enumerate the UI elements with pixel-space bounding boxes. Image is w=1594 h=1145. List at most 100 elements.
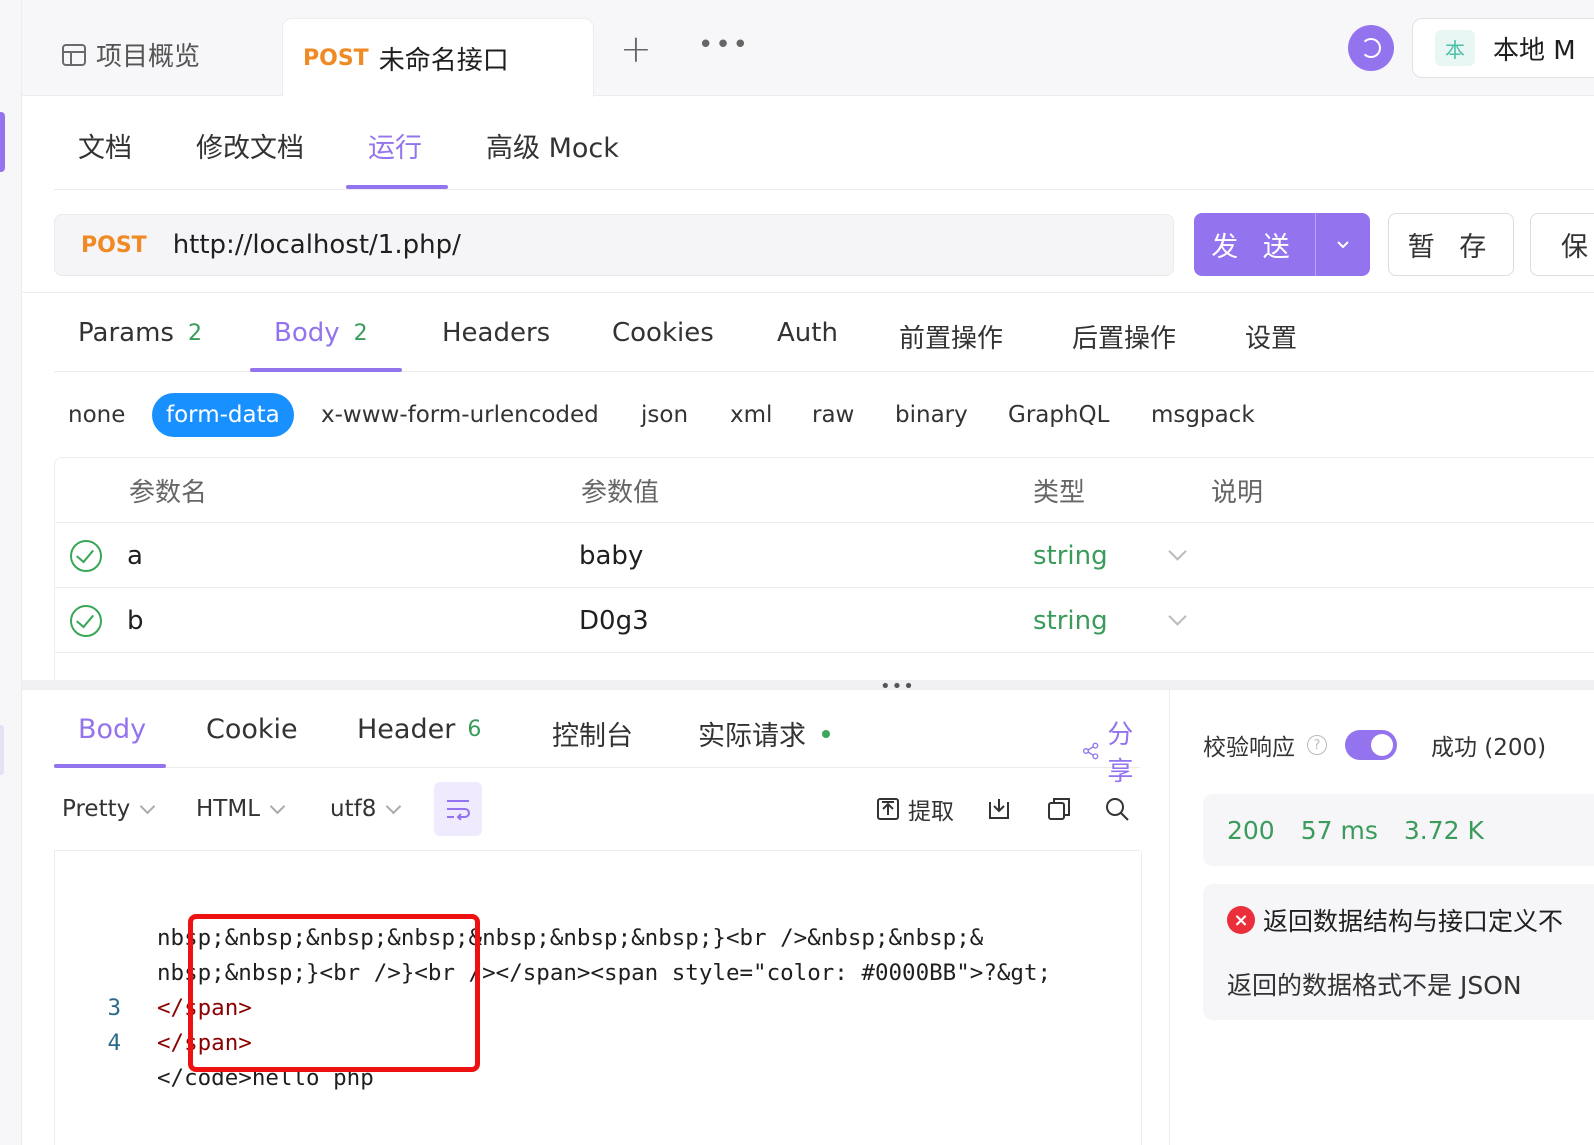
- row-enabled-checkbox[interactable]: [70, 523, 102, 588]
- resp-tab-actual-request-label: 实际请求: [698, 721, 806, 752]
- body-type-urlencoded[interactable]: x-www-form-urlencoded: [321, 393, 599, 437]
- url-bar[interactable]: POST http://localhost/1.php/: [54, 214, 1174, 276]
- body-type-raw[interactable]: raw: [812, 393, 854, 437]
- check-circle-icon: [70, 539, 102, 572]
- body-type-msgpack[interactable]: msgpack: [1151, 393, 1255, 437]
- body-type-none[interactable]: none: [68, 393, 125, 437]
- tab-method-badge: POST: [303, 45, 369, 71]
- tab-headers[interactable]: Headers: [442, 318, 550, 348]
- param-name-cell[interactable]: b: [127, 588, 144, 653]
- more-icon[interactable]: •••: [698, 30, 750, 60]
- left-active-marker: [0, 112, 5, 172]
- param-type-select[interactable]: string: [1033, 588, 1108, 653]
- code-line: </span>: [55, 921, 252, 1021]
- status-code: 200: [1227, 815, 1275, 845]
- chevron-down-icon: [139, 798, 156, 814]
- save-more-button[interactable]: 保: [1530, 213, 1594, 276]
- tab-auth[interactable]: Auth: [777, 318, 838, 348]
- sync-button[interactable]: [1348, 25, 1394, 71]
- row-enabled-checkbox[interactable]: [70, 588, 102, 653]
- chevron-down-icon: [269, 798, 286, 814]
- param-name-cell[interactable]: a: [127, 523, 143, 588]
- tab-params[interactable]: Params 2: [78, 318, 202, 348]
- col-param-value: 参数值: [581, 478, 660, 508]
- download-icon[interactable]: [986, 782, 1012, 836]
- app-root: 项目概览 POST 未命名接口 + ••• 本 本地 M 文档 修改文档 运行 …: [0, 0, 1594, 1145]
- help-icon[interactable]: ?: [1307, 735, 1327, 755]
- tab-advanced-mock[interactable]: 高级 Mock: [486, 126, 619, 165]
- chevron-down-icon: [386, 798, 402, 814]
- share-icon: [1082, 742, 1099, 760]
- tab-body[interactable]: Body 2: [274, 318, 368, 348]
- tab-untitled-api[interactable]: POST 未命名接口: [282, 18, 594, 97]
- copy-icon[interactable]: [1046, 782, 1072, 836]
- sync-icon: [1361, 38, 1381, 58]
- format-select[interactable]: Pretty: [62, 782, 156, 836]
- panel-splitter[interactable]: [22, 680, 1594, 690]
- send-dropdown-chevron-icon[interactable]: [1316, 213, 1370, 276]
- chevron-down-icon[interactable]: [1168, 588, 1187, 653]
- tab-post-request[interactable]: 后置操作: [1072, 318, 1176, 355]
- validation-label: 校验响应: [1203, 735, 1295, 761]
- validation-status-select[interactable]: 成功 (200): [1431, 728, 1546, 762]
- active-tab-indicator: [54, 764, 166, 768]
- table-row: b D0g3 string: [55, 588, 1594, 653]
- col-param-type: 类型: [1033, 478, 1086, 508]
- divider: [22, 292, 1594, 293]
- tab-body-count: 2: [353, 320, 368, 346]
- param-type-select[interactable]: string: [1033, 523, 1108, 588]
- response-toolbar: Pretty HTML utf8 提取: [54, 782, 1140, 836]
- tab-cookies[interactable]: Cookies: [612, 318, 714, 348]
- tab-run[interactable]: 运行: [368, 126, 422, 165]
- plus-icon[interactable]: +: [620, 30, 652, 68]
- method-selector[interactable]: POST: [81, 233, 147, 258]
- search-icon[interactable]: [1104, 782, 1130, 836]
- code-line: nbsp;&nbsp;}<br />}<br /></span><span st…: [55, 886, 1051, 986]
- body-type-graphql[interactable]: GraphQL: [1008, 393, 1109, 437]
- language-select[interactable]: HTML: [196, 782, 286, 836]
- share-button[interactable]: 分享: [1082, 714, 1142, 788]
- error-message: 返回的数据格式不是 JSON: [1227, 971, 1522, 1000]
- check-circle-icon: [70, 604, 102, 637]
- body-type-form-data[interactable]: form-data: [152, 393, 294, 437]
- body-type-json[interactable]: json: [641, 393, 688, 437]
- response-time: 57 ms: [1300, 815, 1378, 845]
- tab-docs[interactable]: 文档: [78, 126, 132, 165]
- url-input[interactable]: http://localhost/1.php/: [173, 230, 461, 260]
- table-row: a baby string: [55, 523, 1594, 588]
- param-value-cell[interactable]: D0g3: [579, 588, 649, 653]
- send-button[interactable]: 发 送: [1194, 213, 1316, 276]
- format-select-value: Pretty: [62, 796, 131, 822]
- extract-button[interactable]: 提取: [876, 782, 954, 836]
- error-title-row: × 返回数据结构与接口定义不: [1227, 902, 1563, 938]
- body-type-selector: none form-data x-www-form-urlencoded jso…: [54, 393, 1594, 437]
- tab-project-overview[interactable]: 项目概览: [62, 36, 200, 73]
- tab-edit-docs[interactable]: 修改文档: [196, 126, 304, 165]
- environment-selector[interactable]: 本 本地 M: [1412, 18, 1594, 78]
- param-value-cell[interactable]: baby: [579, 523, 643, 588]
- language-select-value: HTML: [196, 796, 261, 822]
- resp-tab-header[interactable]: Header 6: [357, 714, 481, 745]
- encoding-select[interactable]: utf8: [330, 782, 402, 836]
- validation-panel: 校验响应 ? 成功 (200) 200 57 ms 3.72 K × 返回数据结…: [1171, 690, 1594, 1145]
- env-name: 本地 M: [1493, 35, 1576, 66]
- tab-settings[interactable]: 设置: [1245, 318, 1297, 355]
- encoding-select-value: utf8: [330, 796, 377, 822]
- resp-tab-cookie[interactable]: Cookie: [206, 714, 298, 745]
- resp-tab-body[interactable]: Body: [78, 714, 146, 745]
- tab-pre-request[interactable]: 前置操作: [899, 318, 1003, 355]
- validation-toggle[interactable]: [1345, 730, 1397, 760]
- validation-error-box: × 返回数据结构与接口定义不 返回的数据格式不是 JSON: [1203, 884, 1594, 1020]
- resp-tab-actual-request[interactable]: 实际请求: [698, 714, 830, 753]
- error-title: 返回数据结构与接口定义不: [1263, 907, 1564, 936]
- col-param-desc: 说明: [1211, 478, 1264, 508]
- save-draft-button[interactable]: 暂 存: [1388, 213, 1514, 276]
- chevron-down-icon[interactable]: [1168, 523, 1187, 588]
- body-type-xml[interactable]: xml: [730, 393, 772, 437]
- resp-tab-header-count: 6: [467, 717, 482, 742]
- status-dot-icon: [822, 729, 830, 738]
- resp-tab-console[interactable]: 控制台: [552, 714, 633, 753]
- body-type-binary[interactable]: binary: [895, 393, 968, 437]
- extract-icon: [877, 798, 899, 820]
- word-wrap-button[interactable]: [434, 782, 482, 836]
